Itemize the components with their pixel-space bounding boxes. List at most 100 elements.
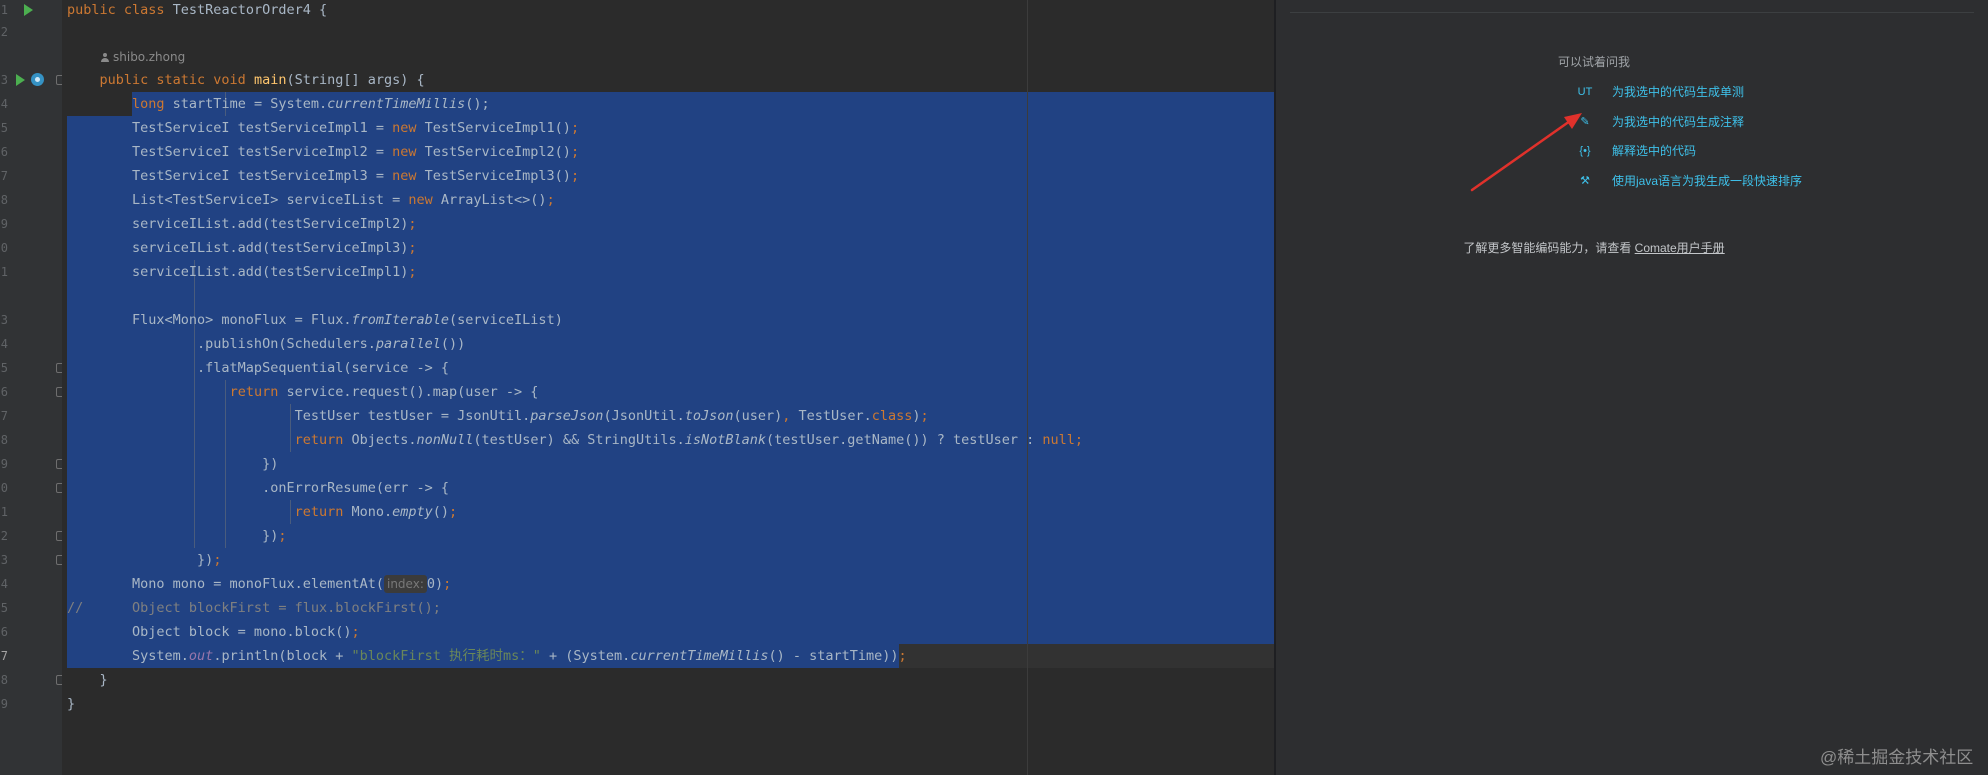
code-line: public class TestReactorOrder4 { xyxy=(67,0,327,22)
line-number: 8 xyxy=(0,673,8,687)
line-number: 4 xyxy=(0,97,8,111)
line-number: 3 xyxy=(0,73,8,87)
line-number: 6 xyxy=(0,625,8,639)
gutter-line: 3 xyxy=(0,68,66,92)
gutter-line: 4 xyxy=(0,332,62,356)
code-token: return xyxy=(229,384,287,400)
gutter-line: 6 xyxy=(0,620,62,644)
code-token: TestUser testUser = JsonUtil. xyxy=(67,408,531,424)
code-token: }) xyxy=(67,552,214,568)
caret-line-highlight xyxy=(899,644,1274,668)
code-token: parallel xyxy=(375,336,441,352)
code-line: serviceIList.add(testServiceImpl3); xyxy=(67,236,417,260)
code-token: TestServiceI testServiceImpl3 = xyxy=(67,168,393,184)
code-token: ; xyxy=(570,120,580,136)
code-line: } xyxy=(67,692,75,716)
code-token: toJson xyxy=(684,408,734,424)
run-main-icon[interactable] xyxy=(16,74,25,86)
gutter-line: 6 xyxy=(0,140,62,164)
code-token: Flux<Mono> monoFlux = Flux. xyxy=(67,312,352,328)
code-token: ; xyxy=(351,624,360,640)
gutter-line: 1 xyxy=(0,0,62,22)
code-line: Flux<Mono> monoFlux = Flux.fromIterable(… xyxy=(67,308,563,332)
gutter-line xyxy=(0,716,62,740)
code-token: () xyxy=(432,504,450,520)
code-token: ; xyxy=(213,552,222,568)
gutter-line: 9 xyxy=(0,452,66,476)
gutter-line: 0 xyxy=(0,476,66,500)
code-line: .flatMapSequential(service -> { xyxy=(67,356,449,380)
line-number: 9 xyxy=(0,457,8,471)
run-class-icon[interactable] xyxy=(24,4,33,16)
code-line: .publishOn(Schedulers.parallel()) xyxy=(67,332,465,356)
code-line: serviceIList.add(testServiceImpl1); xyxy=(67,260,417,284)
line-number: 7 xyxy=(0,649,8,663)
code-line: TestServiceI testServiceImpl3 = new Test… xyxy=(67,164,579,188)
line-number: 8 xyxy=(0,433,8,447)
line-number: 1 xyxy=(0,3,8,17)
line-number: 0 xyxy=(0,241,8,255)
gutter-line: 8 xyxy=(0,668,66,692)
line-number: 5 xyxy=(0,601,8,615)
code-token: serviceIList.add(testServiceImpl2) xyxy=(67,216,409,232)
code-token: currentTimeMillis xyxy=(327,96,466,112)
code-token: .flatMapSequential(service -> { xyxy=(67,360,450,376)
gutter-line: 1 xyxy=(0,260,62,284)
line-number: 5 xyxy=(0,121,8,135)
gutter-line: 4 xyxy=(0,92,62,116)
suggestion-label: 使用java语言为我生成一段快速排序 xyxy=(1612,174,1803,188)
code-token: }) xyxy=(67,528,279,544)
code-token: public class xyxy=(67,2,173,18)
code-line: return Mono.empty(); xyxy=(67,500,458,524)
code-line: TestServiceI testServiceImpl2 = new Test… xyxy=(67,140,579,164)
code-token: System. xyxy=(67,648,189,664)
code-token: TestServiceI testServiceImpl2 = xyxy=(67,144,393,160)
code-line: TestServiceI testServiceImpl1 = new Test… xyxy=(67,116,579,140)
code-token: isNotBlank xyxy=(684,432,767,448)
code-token: Objects. xyxy=(351,432,417,448)
suggestions-title: 可以试着问我 xyxy=(1557,55,1630,69)
code-token: } xyxy=(67,672,108,688)
line-number: 2 xyxy=(0,529,8,543)
gutter-line: 3 xyxy=(0,548,66,572)
code-author-hint: shibo.zhong xyxy=(100,49,185,65)
line-number: 5 xyxy=(0,361,8,375)
code-token: null xyxy=(1042,432,1075,448)
code-token: (JsonUtil. xyxy=(603,408,685,424)
panel-header-separator xyxy=(1290,12,1974,13)
gutter-line: 5 xyxy=(0,116,62,140)
code-token: .publishOn(Schedulers. xyxy=(67,336,376,352)
learn-more-text: 了解更多智能编码能力，请查看 Comate用户手册 xyxy=(1276,239,1912,256)
code-token: }) xyxy=(67,456,279,472)
code-token: out xyxy=(188,648,214,664)
gutter-line: 3 xyxy=(0,308,62,332)
line-number: 2 xyxy=(0,25,8,39)
code-token: startTime = System. xyxy=(172,96,328,112)
code-token: , xyxy=(782,408,799,424)
code-token: return xyxy=(294,504,352,520)
code-token: ArrayList<>() xyxy=(440,192,547,208)
code-token: serviceIList.add(testServiceImpl1) xyxy=(67,264,409,280)
gutter-line: 7 xyxy=(0,404,62,428)
code-editor[interactable]: shibo.zhong public class TestReactorOrde… xyxy=(62,0,1274,775)
code-line: }) xyxy=(67,452,278,476)
debug-icon[interactable] xyxy=(31,73,44,86)
line-number: 3 xyxy=(0,553,8,567)
gutter-line xyxy=(0,284,62,308)
line-number: 4 xyxy=(0,337,8,351)
code-line: Object block = mono.block(); xyxy=(67,620,360,644)
code-token: Object block = mono.block() xyxy=(67,624,352,640)
gutter-line: 7 xyxy=(0,164,62,188)
gutter-line: 0 xyxy=(0,236,62,260)
comate-manual-link[interactable]: Comate用户手册 xyxy=(1635,241,1725,255)
gutter-line: 6 xyxy=(0,380,66,404)
code-token: (serviceIList) xyxy=(449,312,563,328)
code-token: empty xyxy=(392,504,433,520)
code-token: (testUser) && StringUtils. xyxy=(473,432,685,448)
line-number: 3 xyxy=(0,313,8,327)
code-token: (String[] args) { xyxy=(286,72,425,88)
code-token: () - startTime)) xyxy=(768,648,899,664)
code-line-comment: // Object blockFirst = flux.blockFirst()… xyxy=(67,600,441,616)
code-token: TestUser. xyxy=(798,408,872,424)
code-token: ; xyxy=(546,192,555,208)
